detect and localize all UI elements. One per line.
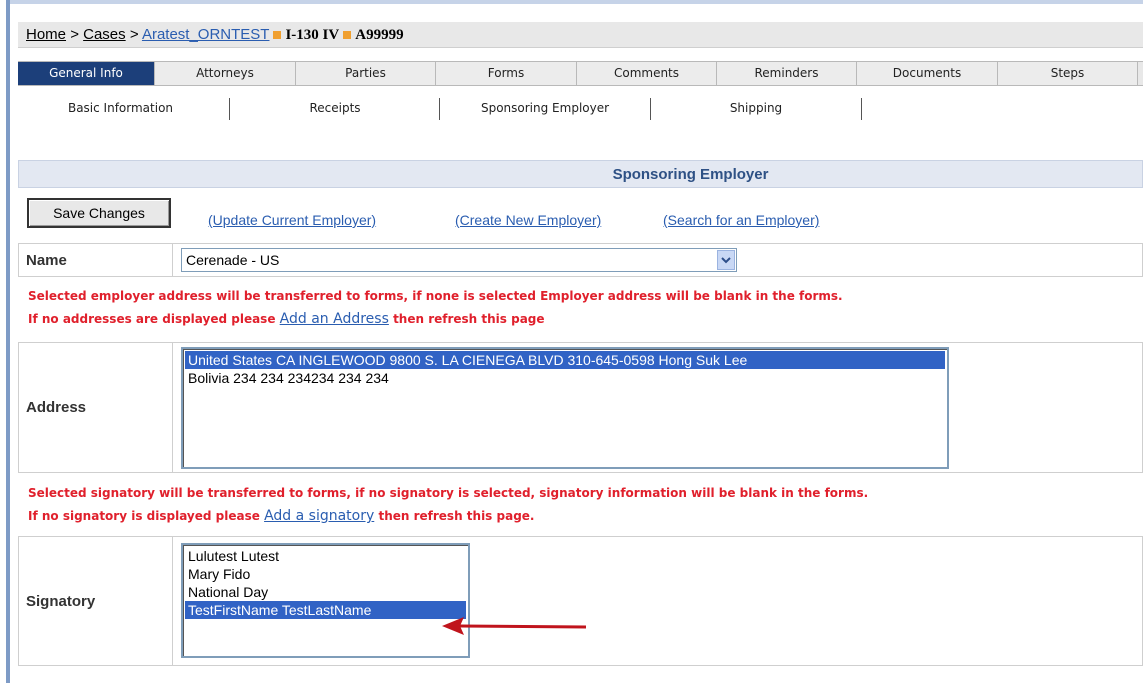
tab-forms[interactable]: Forms bbox=[436, 62, 577, 85]
search-employer-link[interactable]: (Search for an Employer) bbox=[663, 212, 819, 228]
main-tab-bar: General Info Attorneys Parties Forms Com… bbox=[18, 61, 1143, 86]
address-label: Address bbox=[19, 343, 173, 472]
add-address-link[interactable]: Add an Address bbox=[280, 311, 389, 327]
tab-attorneys[interactable]: Attorneys bbox=[155, 62, 296, 85]
breadcrumb-separator: > bbox=[70, 26, 79, 43]
chevron-down-icon[interactable] bbox=[717, 250, 735, 270]
subtab-shipping[interactable]: Shipping bbox=[651, 96, 861, 120]
signatory-warning-line2: If no signatory is displayed please Add … bbox=[28, 508, 534, 524]
signatory-option[interactable]: TestFirstName TestLastName bbox=[185, 601, 466, 619]
breadcrumb-client-link[interactable]: Aratest_ORNTEST bbox=[142, 26, 270, 43]
address-option[interactable]: United States CA INGLEWOOD 9800 S. LA CI… bbox=[185, 351, 945, 369]
section-title: Sponsoring Employer bbox=[18, 160, 1143, 188]
window-top-border bbox=[0, 0, 1143, 4]
address-option[interactable]: Bolivia 234 234 234234 234 234 bbox=[185, 369, 945, 387]
employer-name-value: Cerenade - US bbox=[186, 252, 280, 268]
separator-square-icon bbox=[273, 30, 282, 39]
breadcrumb-home-link[interactable]: Home bbox=[26, 26, 66, 43]
sub-tab-bar: Basic Information Receipts Sponsoring Em… bbox=[18, 96, 1143, 120]
signatory-warning-suffix: then refresh this page. bbox=[378, 509, 535, 523]
subtab-basic-information[interactable]: Basic Information bbox=[18, 96, 223, 120]
address-warning-line2: If no addresses are displayed please Add… bbox=[28, 311, 545, 327]
separator-square-icon bbox=[343, 30, 352, 39]
tab-steps[interactable]: Steps bbox=[998, 62, 1138, 85]
tab-documents[interactable]: Documents bbox=[857, 62, 998, 85]
address-warning-prefix: If no addresses are displayed please bbox=[28, 312, 276, 326]
signatory-listbox[interactable]: Lulutest Lutest Mary Fido National Day T… bbox=[181, 543, 470, 658]
subtab-divider bbox=[861, 98, 862, 120]
name-row: Name Cerenade - US bbox=[18, 243, 1143, 277]
subtab-sponsoring-employer[interactable]: Sponsoring Employer bbox=[440, 96, 650, 120]
address-listbox[interactable]: United States CA INGLEWOOD 9800 S. LA CI… bbox=[181, 347, 949, 469]
tab-parties[interactable]: Parties bbox=[296, 62, 436, 85]
signatory-label: Signatory bbox=[19, 537, 173, 665]
signatory-option[interactable]: National Day bbox=[185, 583, 466, 601]
tab-comments[interactable]: Comments bbox=[577, 62, 717, 85]
save-changes-button[interactable]: Save Changes bbox=[27, 198, 171, 228]
subtab-receipts[interactable]: Receipts bbox=[230, 96, 440, 120]
breadcrumb-cases-link[interactable]: Cases bbox=[83, 26, 126, 43]
breadcrumb: Home > Cases > Aratest_ORNTEST I-130 IV A9… bbox=[18, 22, 1143, 48]
signatory-warning-line1: Selected signatory will be transferred t… bbox=[28, 486, 869, 500]
signatory-option[interactable]: Lulutest Lutest bbox=[185, 547, 466, 565]
signatory-notice: Selected signatory will be transferred t… bbox=[18, 478, 1143, 534]
address-notice: Selected employer address will be transf… bbox=[18, 283, 1143, 339]
breadcrumb-form-type: I-130 IV bbox=[285, 27, 340, 43]
annotation-arrow-icon bbox=[442, 617, 587, 635]
name-label: Name bbox=[19, 244, 173, 276]
update-employer-link[interactable]: (Update Current Employer) bbox=[208, 212, 376, 228]
add-signatory-link[interactable]: Add a signatory bbox=[264, 508, 374, 524]
signatory-row: Signatory Lulutest Lutest Mary Fido Nati… bbox=[18, 536, 1143, 666]
tab-general-info[interactable]: General Info bbox=[18, 62, 155, 85]
signatory-warning-prefix: If no signatory is displayed please bbox=[28, 509, 260, 523]
signatory-option[interactable]: Mary Fido bbox=[185, 565, 466, 583]
window-left-border bbox=[0, 0, 10, 683]
employer-name-select[interactable]: Cerenade - US bbox=[181, 248, 737, 272]
breadcrumb-separator: > bbox=[129, 26, 139, 43]
tab-reminders[interactable]: Reminders bbox=[717, 62, 857, 85]
address-warning-line1: Selected employer address will be transf… bbox=[28, 289, 843, 303]
create-employer-link[interactable]: (Create New Employer) bbox=[455, 212, 601, 228]
breadcrumb-case-id: A99999 bbox=[355, 27, 404, 43]
address-warning-suffix: then refresh this page bbox=[393, 312, 545, 326]
address-row: Address United States CA INGLEWOOD 9800 … bbox=[18, 342, 1143, 473]
